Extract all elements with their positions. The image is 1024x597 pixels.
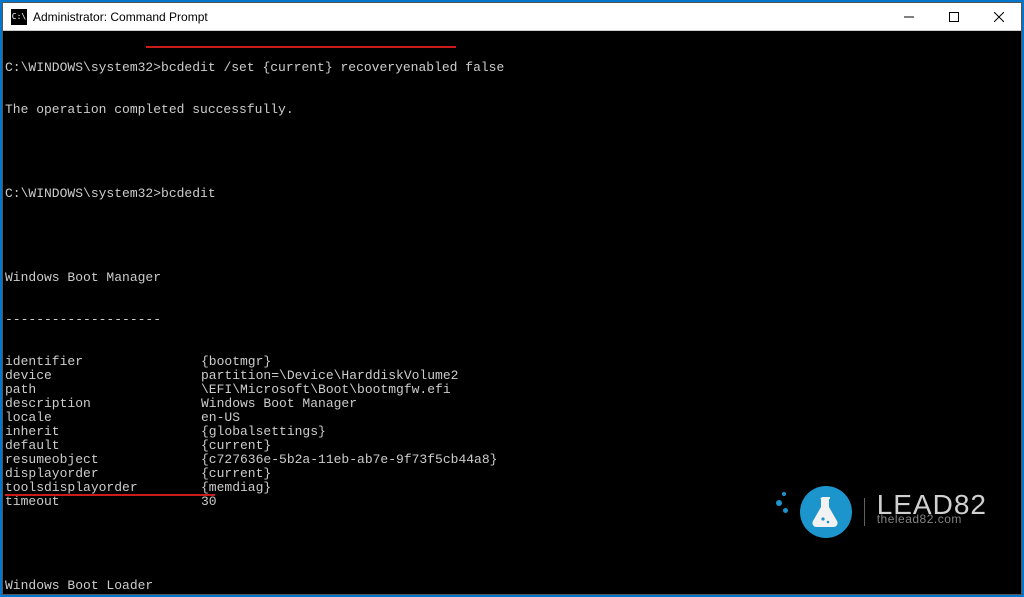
- kv-value: {memdiag}: [201, 480, 271, 495]
- highlight-underline-2: [5, 494, 215, 496]
- kv-value: {c727636e-5b2a-11eb-ab7e-9f73f5cb44a8}: [201, 452, 497, 467]
- kv-row: inherit{globalsettings}: [5, 425, 1019, 439]
- window-controls: [886, 3, 1021, 30]
- kv-key: timeout: [5, 495, 201, 509]
- kv-key: default: [5, 439, 201, 453]
- kv-value: 30: [201, 494, 217, 509]
- kv-value: Windows Boot Manager: [201, 396, 357, 411]
- kv-value: {current}: [201, 438, 271, 453]
- kv-key: path: [5, 383, 201, 397]
- watermark-url: thelead82.com: [877, 512, 987, 526]
- watermark: LEAD82 thelead82.com: [776, 486, 987, 538]
- kv-row: resumeobject{c727636e-5b2a-11eb-ab7e-9f7…: [5, 453, 1019, 467]
- maximize-button[interactable]: [931, 3, 976, 30]
- watermark-brand: LEAD82: [877, 498, 987, 512]
- section-header-bootmgr: Windows Boot Manager: [5, 271, 1019, 285]
- kv-value: \EFI\Microsoft\Boot\bootmgfw.efi: [201, 382, 451, 397]
- terminal-output[interactable]: C:\WINDOWS\system32>bcdedit /set {curren…: [3, 31, 1021, 594]
- kv-key: inherit: [5, 425, 201, 439]
- kv-row: devicepartition=\Device\HarddiskVolume2: [5, 369, 1019, 383]
- kv-key: device: [5, 369, 201, 383]
- kv-row: displayorder{current}: [5, 467, 1019, 481]
- cmd-icon: C:\: [11, 9, 27, 25]
- window-title: Administrator: Command Prompt: [33, 10, 886, 24]
- titlebar[interactable]: C:\ Administrator: Command Prompt: [3, 3, 1021, 31]
- section-divider: --------------------: [5, 313, 1019, 327]
- kv-value: {current}: [201, 466, 271, 481]
- section-header-bootloader: Windows Boot Loader: [5, 579, 1019, 593]
- kv-row: localeen-US: [5, 411, 1019, 425]
- highlight-underline-1: [146, 46, 456, 48]
- kv-key: toolsdisplayorder: [5, 481, 201, 495]
- prompt-line-2: C:\WINDOWS\system32>bcdedit: [5, 187, 1019, 201]
- kv-row: descriptionWindows Boot Manager: [5, 397, 1019, 411]
- kv-key: resumeobject: [5, 453, 201, 467]
- flask-icon: [800, 486, 852, 538]
- cmd-window: C:\ Administrator: Command Prompt C:\WIN…: [2, 2, 1022, 595]
- close-button[interactable]: [976, 3, 1021, 30]
- kv-row: identifier{bootmgr}: [5, 355, 1019, 369]
- prompt-line-1: C:\WINDOWS\system32>bcdedit /set {curren…: [5, 61, 1019, 75]
- kv-value: {globalsettings}: [201, 424, 326, 439]
- kv-value: {bootmgr}: [201, 354, 271, 369]
- minimize-button[interactable]: [886, 3, 931, 30]
- result-1: The operation completed successfully.: [5, 103, 1019, 117]
- kv-key: locale: [5, 411, 201, 425]
- kv-value: partition=\Device\HarddiskVolume2: [201, 368, 458, 383]
- command-2: bcdedit: [161, 186, 216, 201]
- bubble-icons: [776, 492, 788, 532]
- kv-value: en-US: [201, 410, 240, 425]
- kv-key: identifier: [5, 355, 201, 369]
- kv-row: path\EFI\Microsoft\Boot\bootmgfw.efi: [5, 383, 1019, 397]
- command-1: bcdedit /set {current} recoveryenabled f…: [161, 60, 504, 75]
- kv-key: displayorder: [5, 467, 201, 481]
- kv-key: description: [5, 397, 201, 411]
- kv-row: default{current}: [5, 439, 1019, 453]
